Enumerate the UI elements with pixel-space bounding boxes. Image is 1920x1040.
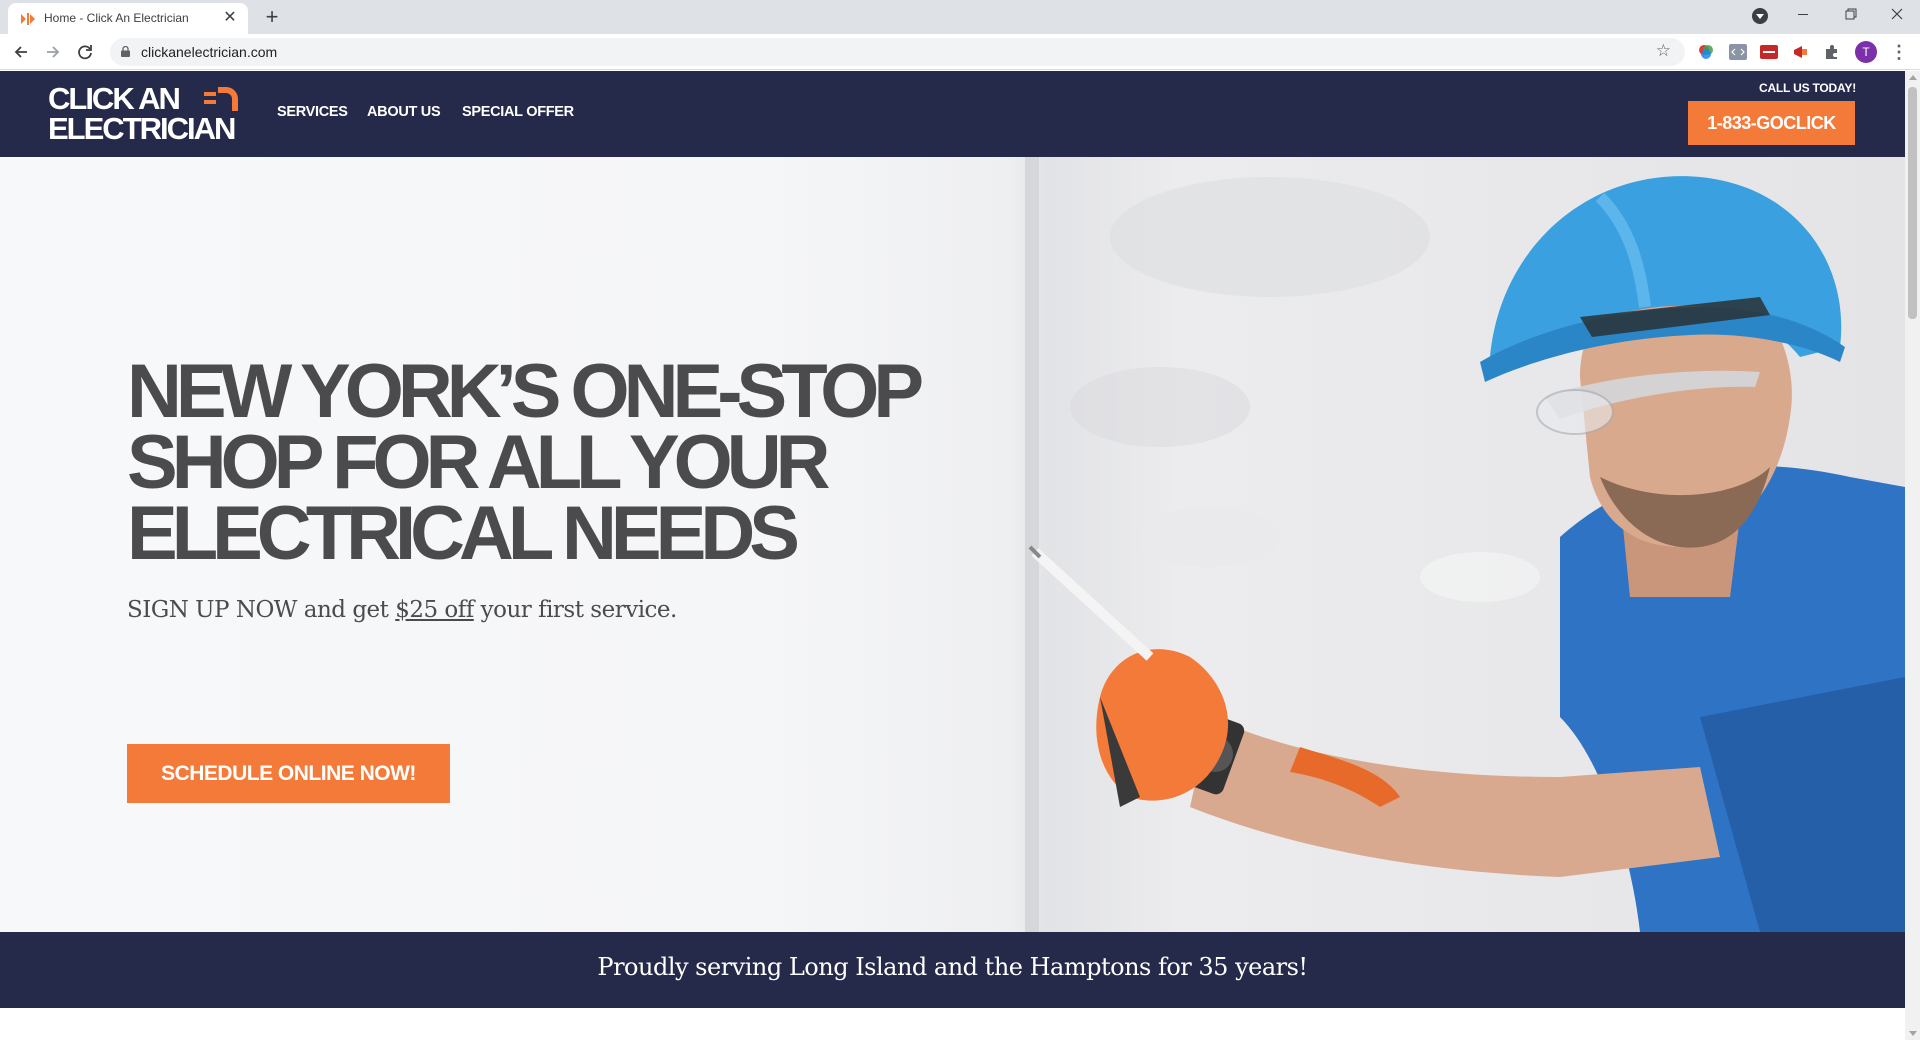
page-viewport: CLICK AN ELECTRICIAN SERVICES ABOUT US S…	[0, 71, 1905, 1040]
scroll-up-icon[interactable]	[1909, 75, 1917, 80]
service-area-text: Proudly serving Long Island and the Hamp…	[597, 953, 1308, 981]
red-extension-icon[interactable]	[1760, 43, 1778, 61]
schedule-online-button[interactable]: SCHEDULE ONLINE NOW!	[127, 744, 450, 803]
hero-title-line-1: NEW YORK’S ONE-STOP	[127, 349, 924, 434]
hero-section: NEW YORK’S ONE-STOP SHOP FOR ALL YOUR EL…	[0, 157, 1905, 932]
profile-avatar[interactable]: T	[1855, 41, 1877, 63]
plug-icon	[204, 87, 238, 111]
reload-icon[interactable]	[71, 38, 99, 66]
browser-toolbar: clickanelectrician.com ☆ T ⋮	[0, 34, 1920, 70]
color-extension-icon[interactable]	[1697, 43, 1715, 61]
tab-search-icon[interactable]	[1752, 8, 1768, 24]
hero-title-line-3: ELECTRICAL NEEDS	[127, 491, 800, 576]
hero-title-line-2: SHOP FOR ALL YOUR	[127, 420, 831, 505]
logo-line-1: CLICK AN	[48, 81, 181, 116]
scroll-thumb[interactable]	[1908, 87, 1917, 319]
forward-arrow-icon[interactable]	[39, 38, 67, 66]
lock-icon[interactable]	[121, 46, 130, 57]
address-bar[interactable]: clickanelectrician.com ☆	[110, 38, 1685, 66]
favicon-icon	[21, 13, 35, 25]
puzzle-icon[interactable]	[1823, 43, 1841, 61]
service-area-banner: Proudly serving Long Island and the Hamp…	[0, 932, 1905, 1008]
close-icon[interactable]: ✕	[220, 8, 240, 28]
page-scrollbar[interactable]	[1905, 71, 1920, 1040]
restore-icon[interactable]	[1828, 0, 1874, 30]
hero-sub-suffix: your first service.	[473, 597, 678, 623]
hero-title: NEW YORK’S ONE-STOP SHOP FOR ALL YOUR EL…	[127, 349, 947, 576]
phone-button[interactable]: 1-833-GOCLICK	[1688, 101, 1855, 145]
tab-title: Home - Click An Electrician	[44, 11, 189, 25]
back-arrow-icon[interactable]	[7, 38, 35, 66]
megaphone-extension-icon[interactable]	[1792, 43, 1810, 61]
kebab-menu-icon[interactable]: ⋮	[1890, 41, 1908, 63]
site-header: CLICK AN ELECTRICIAN SERVICES ABOUT US S…	[0, 71, 1905, 157]
call-us-label: CALL US TODAY!	[1759, 81, 1856, 95]
window-close-icon[interactable]	[1874, 0, 1920, 30]
browser-tab[interactable]: Home - Click An Electrician ✕	[8, 3, 248, 34]
star-icon[interactable]: ☆	[1656, 41, 1671, 61]
promo-link[interactable]: $25 off	[395, 597, 474, 623]
browser-tab-bar: Home - Click An Electrician ✕ +	[0, 0, 1920, 34]
minimize-icon[interactable]	[1780, 0, 1826, 30]
scroll-down-icon[interactable]	[1909, 1031, 1917, 1036]
plus-icon[interactable]: +	[258, 4, 286, 32]
hero-sub-prefix: SIGN UP NOW and get	[127, 597, 396, 623]
nav-special-offer[interactable]: SPECIAL OFFER	[462, 104, 574, 120]
code-extension-icon[interactable]	[1729, 43, 1747, 61]
nav-services[interactable]: SERVICES	[277, 104, 348, 120]
site-logo[interactable]: CLICK AN ELECTRICIAN	[48, 81, 248, 147]
hero-subtitle: SIGN UP NOW and get $25 off your first s…	[127, 597, 677, 623]
nav-about-us[interactable]: ABOUT US	[367, 104, 441, 120]
url-text: clickanelectrician.com	[141, 44, 278, 60]
logo-line-2: ELECTRICIAN	[48, 111, 236, 146]
